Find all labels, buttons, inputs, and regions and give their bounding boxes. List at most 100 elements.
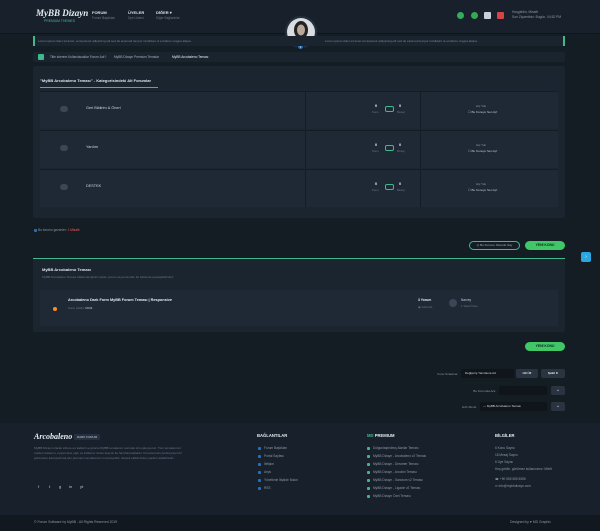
info-item: Hoş geldin, görülmez kullanıcımız: Mizfi… [495, 467, 552, 471]
premium-link[interactable]: MyBB Dizayn Özel Teması [373, 494, 411, 498]
link-bullet-icon [258, 479, 261, 482]
mark-read-label: Bu Forumu Okundu Say [480, 243, 513, 247]
messages-icon[interactable] [457, 12, 464, 19]
footer-info-title: BİLGİLER [495, 433, 515, 438]
premium-link[interactable]: Dolgunlaştırılmış Alanlar Teması [373, 446, 418, 450]
logout-icon[interactable] [497, 12, 504, 19]
forum-thread-label: Konu [372, 110, 379, 114]
link-bullet-icon [367, 495, 370, 498]
last-poster-avatar[interactable] [449, 299, 457, 307]
breadcrumb-item[interactable]: MyBB Dizayn Premium Temalar [114, 55, 159, 59]
forum-search-input[interactable] [499, 386, 547, 395]
footer-link[interactable]: Yönetimle İlişkide Bulun [264, 478, 298, 482]
nav-members[interactable]: ÜYELER [128, 10, 144, 15]
premium-link[interactable]: MyBB Dizayn - Ligacie v2 Teması [373, 486, 420, 490]
new-thread-button[interactable]: YENİ KONU [525, 241, 565, 250]
forum-thread-label: Konu [372, 188, 379, 192]
thread-author[interactable]: Mizfit [85, 306, 92, 310]
thread-row[interactable] [40, 290, 558, 326]
premium-title: PREMIUM [374, 433, 395, 438]
last-poster-name[interactable]: Narvey [461, 298, 471, 302]
sort-button-2[interactable]: Şekil K [541, 369, 565, 378]
footer-about: MyBB Dizayn olarak sizlere en kaliteli v… [34, 446, 182, 460]
last-post-value[interactable]: ☐ Bu Konuyu Sen Aç! [468, 149, 497, 153]
nav-forum[interactable]: FORUM [92, 10, 107, 15]
users-icon [34, 229, 37, 232]
premium-link[interactable]: MyBB Dizayn - Arcobaleno v2 Teması [373, 454, 426, 458]
posts-bubble-icon [385, 106, 394, 112]
breadcrumb-current: MyBB Arcobaleno Teması [172, 55, 209, 59]
last-post-value[interactable]: ☐ Bu Konuyu Sen Aç! [468, 110, 497, 114]
forum-search-button[interactable]: » [551, 386, 565, 395]
home-icon[interactable] [38, 54, 44, 60]
browsing-who[interactable]: 1 Misafir [68, 228, 80, 232]
sort-select[interactable]: Değişmiş Yanıtlama Ad [461, 369, 514, 378]
subforums-title: "MyBB Arcobaleno Teması" - Kategorisinde… [40, 78, 151, 83]
thread-replies: 3 Yorum [418, 298, 432, 302]
footer-phone: ☎ +90 555 555 5555 [495, 477, 526, 481]
column-divider [305, 169, 306, 207]
column-divider [305, 130, 306, 168]
link-bullet-icon [367, 471, 370, 474]
forum-status-icon [60, 106, 68, 112]
forum-thread-label: Konu [372, 149, 379, 153]
jump-menu-select[interactable]: — MyBB Arcobaleno Teması [480, 402, 547, 411]
premium-link[interactable]: MyBB Dizayn - Dreamer Teması [373, 462, 418, 466]
footer-link[interactable]: RSS [264, 486, 271, 490]
footer-link[interactable]: Forum Başlıkları [264, 446, 287, 450]
sort-button-1[interactable]: Hit Ü2 [516, 369, 538, 378]
jump-menu-button[interactable]: » [551, 402, 565, 411]
copyright-text[interactable]: © Forum Software by MyBB - All Rights Re… [34, 520, 117, 524]
thread-meta-label: Konu sahibi: [68, 306, 85, 310]
thread-views: Görüntü [421, 305, 433, 309]
footer-link[interactable]: İletişim [264, 462, 274, 466]
linkedin-icon[interactable]: in [69, 484, 72, 489]
notifications-icon[interactable] [471, 12, 478, 19]
forum-name[interactable]: Geri Bildirim & Öneri [86, 106, 121, 110]
new-thread-button-bottom[interactable]: YENİ KONU [525, 342, 565, 351]
jump-menu-label: Hızlı Menü: [461, 405, 477, 409]
forum-search-label: Bu Forumda Ara: [473, 389, 496, 393]
forum-post-label: Mesaj [397, 149, 405, 153]
column-divider [305, 91, 306, 129]
forum-name[interactable]: Yardım [86, 145, 98, 149]
last-post-label: Hiç Yok [476, 104, 487, 108]
scroll-top-button[interactable]: › [581, 252, 591, 262]
footer-link[interactable]: Portal Sayfası [264, 454, 284, 458]
forum-post-label: Mesaj [397, 110, 405, 114]
google-icon[interactable]: g [59, 484, 61, 489]
nav-other-label: DİĞER [156, 10, 169, 15]
search-icon[interactable] [484, 12, 491, 19]
forum-post-count: 0 [399, 182, 402, 186]
nav-other-sub: Diğer Bağlantılar [156, 16, 180, 20]
facebook-icon[interactable]: f [38, 484, 39, 489]
phone-text: +90 555 555 5555 [499, 477, 526, 481]
nav-members-sub: Üye Listesi [128, 16, 144, 20]
footer-email[interactable]: ✉ info@mybbdizayn.com [495, 484, 531, 488]
footer-links-title: BAĞLANTILAR [257, 433, 288, 438]
info-item: 6 Konu Sayısı [495, 446, 515, 450]
link-bullet-icon [258, 487, 261, 490]
twitter-icon[interactable]: t [49, 484, 50, 489]
last-visit-line: Son Ziyaretiniz: Bugün, 04:52 PM [512, 15, 562, 19]
thread-status-icon [53, 307, 57, 311]
premium-link[interactable]: MyBB Dizayn - Sanctum v2 Teması [373, 478, 423, 482]
mark-read-button[interactable]: ◎ Bu Forumu Okundu Say [469, 241, 520, 250]
designer-credit[interactable]: Designed by ♥ MD Graphic [510, 520, 551, 524]
chevron-down-icon: ▾ [169, 10, 172, 15]
last-post-text: Bu Konuyu Sen Aç! [471, 149, 498, 153]
footer-link[interactable]: Arşiv [264, 470, 271, 474]
breadcrumb [33, 52, 565, 62]
link-bullet-icon [258, 447, 261, 450]
last-post-label: Hiç Yok [476, 143, 487, 147]
breadcrumb-item[interactable]: Title skerem Kullanılacaklar Forum Adı? [50, 55, 106, 59]
nav-other[interactable]: DİĞER ▾ [156, 10, 172, 15]
thread-title[interactable]: Arcobaleno Dark Form MyBB Forum Teması |… [68, 298, 172, 302]
posts-bubble-icon [385, 184, 394, 190]
premium-link[interactable]: MyBB Dizayn - Arcobin Teması [373, 470, 417, 474]
link-bullet-icon [367, 463, 370, 466]
forum-name[interactable]: DESTEK [86, 184, 101, 188]
youtube-icon[interactable]: yt [80, 484, 83, 489]
site-logo[interactable]: MyBB Dizayn [36, 8, 88, 18]
last-post-value[interactable]: ☐ Bu Konuyu Sen Aç! [468, 188, 497, 192]
